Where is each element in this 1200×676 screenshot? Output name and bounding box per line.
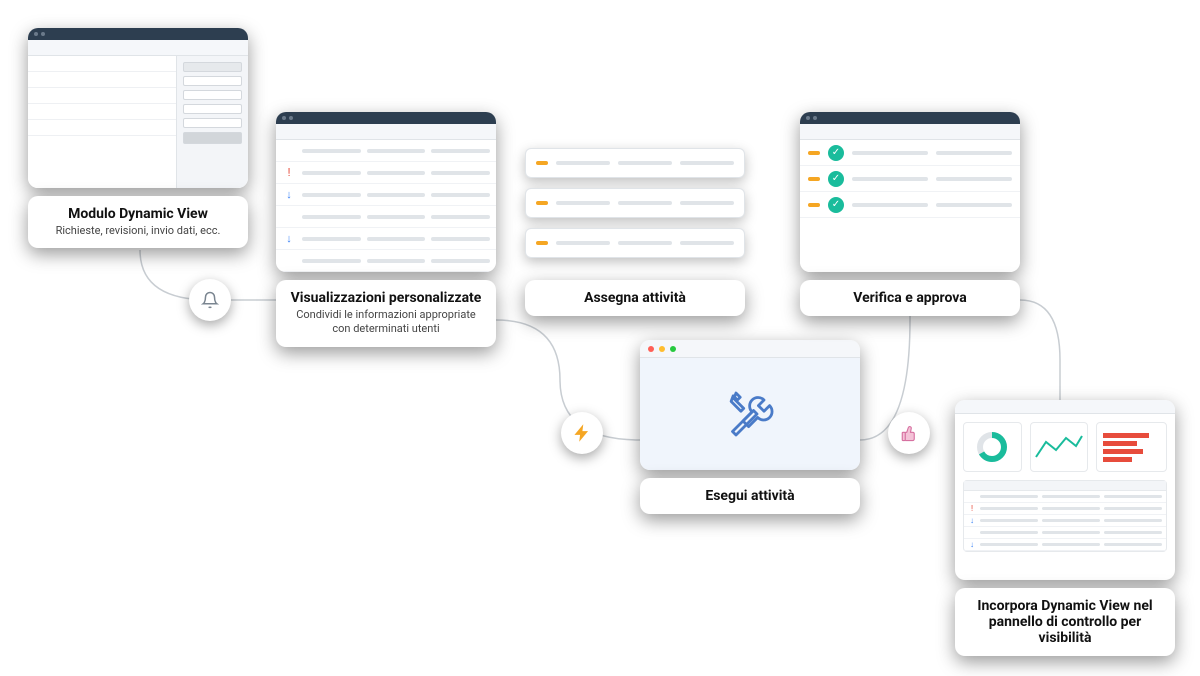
- views-subtitle: Condividi le informazioni appropriate co…: [290, 308, 482, 337]
- embed-title: Incorpora Dynamic View nel pannello di c…: [969, 598, 1161, 646]
- check-icon: ✓: [828, 171, 844, 187]
- dashboard-mock-window: ! ↓ ↓: [955, 400, 1175, 580]
- step-embed-dashboard: ! ↓ ↓: [955, 400, 1175, 580]
- views-mock-window: ! ↓ ↓: [276, 112, 496, 272]
- task-slice: [525, 188, 745, 218]
- step-custom-views: ! ↓ ↓: [276, 112, 496, 272]
- step-module-label: Modulo Dynamic View Richieste, revisioni…: [28, 196, 248, 248]
- task-slice: [525, 228, 745, 258]
- step-verify-label: Verifica e approva: [800, 280, 1020, 316]
- module-mock-window: [28, 28, 248, 188]
- step-views-label: Visualizzazioni personalizzate Condividi…: [276, 280, 496, 347]
- verify-title: Verifica e approva: [814, 290, 1006, 306]
- check-icon: ✓: [828, 197, 844, 213]
- views-title: Visualizzazioni personalizzate: [290, 290, 482, 306]
- check-icon: ✓: [828, 145, 844, 161]
- step-execute-label: Esegui attività: [640, 478, 860, 514]
- step-assign-label: Assegna attività: [525, 280, 745, 316]
- execute-mock-window: [640, 340, 860, 470]
- step-embed-label: Incorpora Dynamic View nel pannello di c…: [955, 588, 1175, 656]
- bolt-icon: [561, 412, 603, 454]
- execute-title: Esegui attività: [654, 488, 846, 504]
- task-slice: [525, 148, 745, 178]
- side-panel: [176, 56, 248, 188]
- module-title: Modulo Dynamic View: [42, 206, 234, 222]
- step-execute: [640, 340, 860, 470]
- verify-mock-window: ✓ ✓ ✓: [800, 112, 1020, 272]
- step-module: [28, 28, 248, 188]
- bar-chart-widget: [1096, 422, 1167, 472]
- step-assign: [525, 148, 745, 258]
- donut-chart-widget: [963, 422, 1022, 472]
- thumbs-up-icon: [888, 412, 930, 454]
- assign-title: Assegna attività: [539, 290, 731, 306]
- line-chart-widget: [1030, 422, 1089, 472]
- bell-icon: [189, 279, 231, 321]
- module-subtitle: Richieste, revisioni, invio dati, ecc.: [42, 224, 234, 238]
- embedded-sheet: ! ↓ ↓: [963, 480, 1167, 552]
- step-verify: ✓ ✓ ✓: [800, 112, 1020, 272]
- tools-icon: [715, 379, 785, 449]
